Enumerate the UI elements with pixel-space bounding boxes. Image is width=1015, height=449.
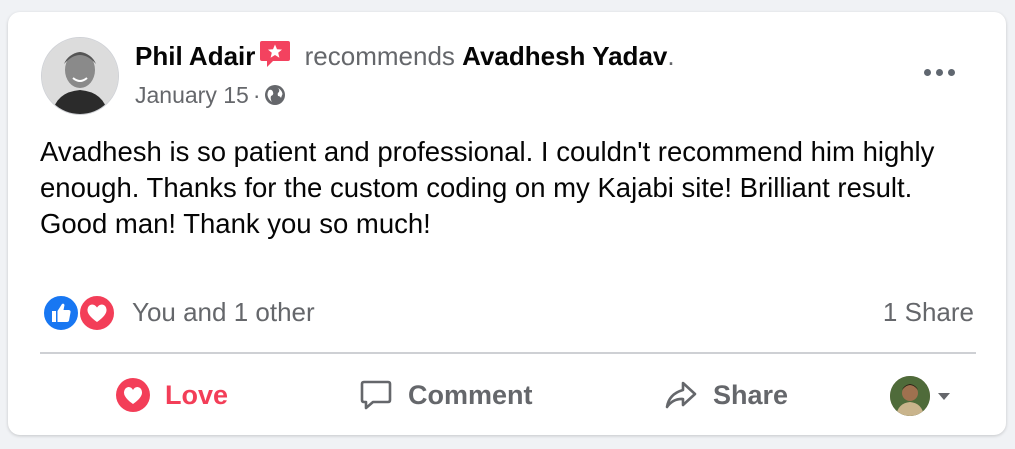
viewer-avatar [890,376,930,416]
post-meta: January 15 · [135,80,286,113]
reactions-summary-row: You and 1 other 1 Share [40,292,974,332]
love-button[interactable]: Love [115,362,228,428]
post-actions-bar: Love Comment Share [40,362,980,428]
post-date[interactable]: January 15 [135,82,249,108]
more-dot [947,68,955,76]
recommends-text: recommends [304,41,455,71]
share-count[interactable]: 1 Share [883,296,974,328]
comment-label: Comment [408,379,533,410]
recommendation-post-card: Phil Adair recommends Avadhesh Yadav. Ja… [8,12,1006,435]
reaction-icons[interactable] [42,294,122,332]
post-body-text: Avadhesh is so patient and professional.… [40,136,935,239]
comment-button[interactable]: Comment [358,362,533,428]
actions-divider [40,352,976,354]
more-dot [935,68,943,76]
recommended-page-name[interactable]: Avadhesh Yadav [462,41,667,71]
post-header: Phil Adair recommends Avadhesh Yadav. [135,39,675,76]
comment-icon [360,380,392,410]
love-label: Love [165,379,229,410]
share-arrow-icon [665,381,697,409]
more-dot [923,68,931,76]
love-icon [116,378,150,412]
love-reaction-icon [78,294,116,332]
reaction-profile-selector[interactable] [890,376,960,416]
globe-icon[interactable] [264,83,286,113]
recommendation-badge-icon [259,39,291,76]
reaction-count[interactable]: You and 1 other [132,296,315,328]
author-name[interactable]: Phil Adair [135,41,255,71]
meta-separator: · [252,82,261,108]
author-avatar[interactable] [41,37,119,115]
share-button[interactable]: Share [663,362,788,428]
header-period: . [667,41,675,71]
chevron-down-icon [938,392,950,400]
more-options-icon[interactable] [914,54,964,90]
share-label: Share [713,379,789,410]
like-reaction-icon [42,294,80,332]
